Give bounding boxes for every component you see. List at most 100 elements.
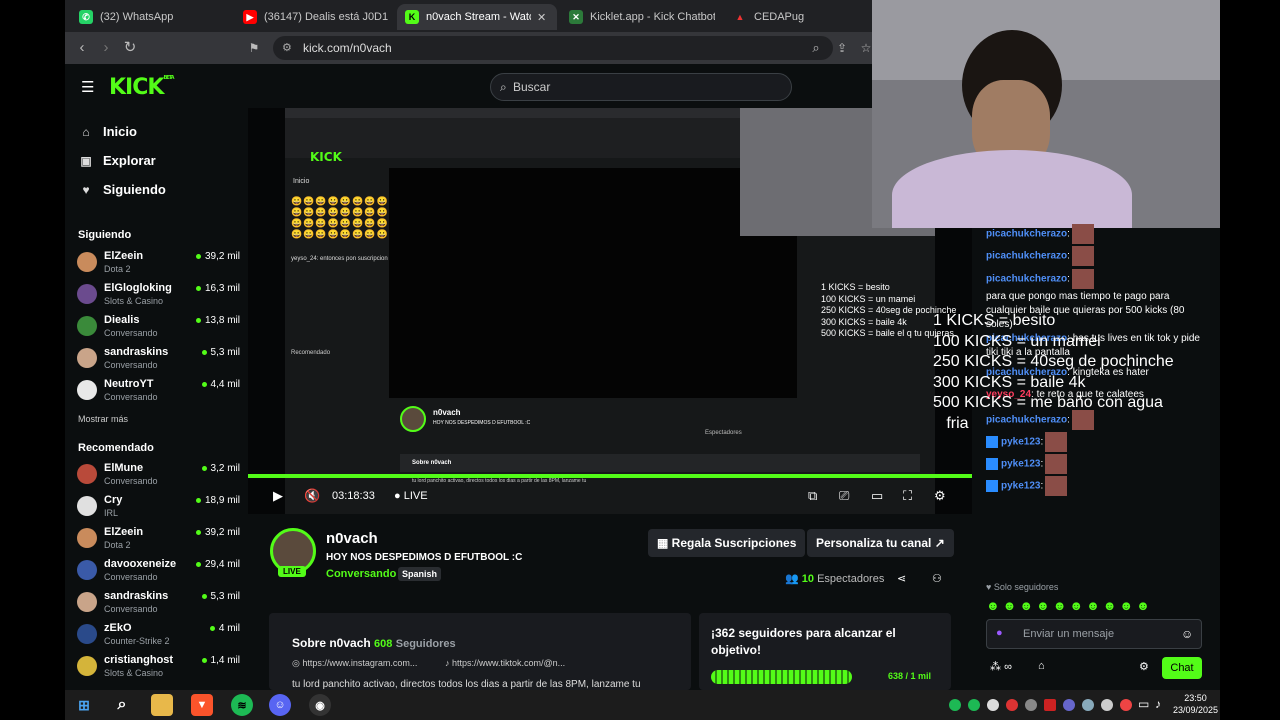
- discord-icon[interactable]: ☺: [269, 694, 291, 716]
- follow-user-icon[interactable]: ⚇: [932, 572, 942, 585]
- points-indicator[interactable]: ⁂ ∞: [990, 660, 1012, 673]
- viewer-count: 16,3 mil: [196, 283, 240, 294]
- store-icon[interactable]: ⌂: [1038, 660, 1045, 672]
- back-icon[interactable]: ‹: [73, 39, 91, 57]
- tab-label: Kicklet.app - Kick Chatbot an: [590, 11, 715, 23]
- channel-category: Conversando: [104, 360, 158, 370]
- miniplayer-icon[interactable]: ▭: [871, 488, 883, 504]
- channel-category: Conversando: [104, 476, 158, 486]
- windows-start-icon[interactable]: ⊞: [73, 694, 95, 716]
- bookmark-icon[interactable]: ⚑: [245, 39, 263, 57]
- browser-address-bar: ‹ › ↻ ⚑ ⚙ kick.com/n0vach ⌕ ⇪ ☆: [65, 32, 872, 64]
- emoji-picker-icon[interactable]: ☺: [1181, 627, 1193, 641]
- tab-cedapug[interactable]: ▲ CEDAPug: [729, 4, 849, 30]
- tray-spotify-icon[interactable]: [949, 699, 961, 711]
- customize-channel-button[interactable]: Personaliza tu canal ↗: [807, 529, 954, 557]
- emote-bar[interactable]: ☻☻☻☻☻☻☻☻☻☻: [986, 598, 1153, 613]
- tray-logitech-icon[interactable]: [1101, 699, 1113, 711]
- recommended-header: Recomendado: [78, 442, 154, 454]
- fullscreen-icon[interactable]: ⛶: [903, 488, 912, 504]
- settings-icon[interactable]: ⚙: [934, 488, 946, 504]
- forward-icon[interactable]: ›: [97, 39, 115, 57]
- nav-explore[interactable]: ▣ Explorar: [79, 153, 155, 168]
- chat-username[interactable]: picachukcherazo: [986, 251, 1067, 262]
- chat-text: :: [1067, 228, 1070, 240]
- close-icon[interactable]: ✕: [537, 11, 546, 24]
- show-more-link[interactable]: Mostrar más: [78, 414, 128, 424]
- clip-icon[interactable]: ⧉: [808, 488, 817, 504]
- emote-icon: [1045, 432, 1068, 452]
- sidebar-channel[interactable]: davooxeneize Conversando 29,4 mil: [77, 556, 240, 586]
- reload-icon[interactable]: ↻: [121, 39, 139, 57]
- file-explorer-icon[interactable]: [151, 694, 173, 716]
- kick-logo[interactable]: KICKBETA: [109, 75, 175, 100]
- search-placeholder: Buscar: [513, 80, 551, 94]
- tab-youtube[interactable]: ▶ (36147) Dealis está J0D1: [239, 4, 389, 30]
- chat-input[interactable]: ● Enviar un mensaje ☺: [986, 619, 1202, 649]
- obs-icon[interactable]: ◉: [309, 694, 331, 716]
- sidebar-channel[interactable]: Diealis Conversando 13,8 mil: [77, 312, 240, 342]
- tray-adobe-icon[interactable]: [1044, 699, 1056, 711]
- sidebar-channel[interactable]: ElZeein Dota 2 39,2 mil: [77, 524, 240, 554]
- play-icon[interactable]: ▶: [273, 488, 283, 504]
- sidebar-channel[interactable]: cristianghost Slots & Casino 1,4 mil: [77, 652, 240, 682]
- zoom-icon[interactable]: ⌕: [807, 39, 825, 57]
- chat-input-placeholder: Enviar un mensaje: [1023, 628, 1115, 640]
- tray-mail-icon[interactable]: [1063, 699, 1075, 711]
- clock[interactable]: 23:50 23/09/2025: [1173, 692, 1218, 716]
- search-taskbar-icon[interactable]: ⌕: [111, 694, 133, 716]
- spotify-icon[interactable]: ≋: [231, 694, 253, 716]
- sidebar-channel[interactable]: ElGlogloking Slots & Casino 16,3 mil: [77, 280, 240, 310]
- menu-icon[interactable]: ☰: [81, 78, 94, 96]
- tiktok-link[interactable]: ♪ https://www.tiktok.com/@n...: [445, 658, 565, 668]
- sidebar-channel[interactable]: sandraskins Conversando 5,3 mil: [77, 344, 240, 374]
- brave-icon[interactable]: ▼: [191, 694, 213, 716]
- language-tag[interactable]: Spanish: [398, 567, 442, 581]
- live-indicator: ● LIVE: [394, 490, 428, 502]
- tab-whatsapp[interactable]: ✆ (32) WhatsApp: [75, 4, 225, 30]
- tray-app-icon[interactable]: [1006, 699, 1018, 711]
- chat-username[interactable]: picachukcherazo: [986, 229, 1067, 240]
- chat-settings-icon[interactable]: ⚙: [1139, 660, 1149, 673]
- tray-record-icon[interactable]: [1120, 699, 1132, 711]
- mute-icon[interactable]: 🔇: [304, 488, 320, 504]
- avatar: [77, 284, 97, 304]
- url-field[interactable]: ⚙ kick.com/n0vach: [273, 36, 833, 60]
- stream-main: KICK Inicio 😀😀😀😀😀😀😀😀😀😀😀😀😀😀😀😀😀😀😀😀😀😀😀😀😀😀😀😀…: [248, 108, 972, 690]
- tray-steam-icon[interactable]: [1082, 699, 1094, 711]
- nav-home[interactable]: ⌂ Inicio: [79, 124, 137, 139]
- sidebar-channel[interactable]: NeutroYT Conversando 4,4 mil: [77, 376, 240, 406]
- channel-name[interactable]: n0vach: [326, 530, 378, 547]
- sidebar-channel[interactable]: Cry IRL 18,9 mil: [77, 492, 240, 522]
- video-player[interactable]: KICK Inicio 😀😀😀😀😀😀😀😀😀😀😀😀😀😀😀😀😀😀😀😀😀😀😀😀😀😀😀😀…: [248, 108, 972, 514]
- sidebar-channel[interactable]: sandraskins Conversando 5,3 mil: [77, 588, 240, 618]
- stream-category[interactable]: Conversando: [326, 568, 396, 580]
- share-channel-icon[interactable]: ⋖: [897, 572, 906, 585]
- viewer-count: 4,4 mil: [202, 379, 240, 390]
- tray-music-icon[interactable]: [968, 699, 980, 711]
- channel-name: davooxeneize: [104, 558, 177, 570]
- search-input[interactable]: ⌕ Buscar: [490, 73, 792, 101]
- chat-username[interactable]: picachukcherazo: [986, 274, 1067, 285]
- tray-discord-icon[interactable]: [987, 699, 999, 711]
- chat-send-button[interactable]: Chat: [1162, 657, 1202, 679]
- chat-username[interactable]: pyke123: [1001, 437, 1040, 448]
- sidebar-channel[interactable]: zEkO Counter-Strike 2 4 mil: [77, 620, 240, 650]
- instagram-link[interactable]: ◎ https://www.instagram.com...: [292, 658, 417, 669]
- sidebar-channel[interactable]: ElMune Conversando 3,2 mil: [77, 460, 240, 490]
- video-progress-bar[interactable]: [248, 474, 972, 478]
- volume-icon[interactable]: ♪: [1155, 697, 1161, 711]
- gift-subs-button[interactable]: ▦ Regala Suscripciones: [648, 529, 806, 557]
- sidebar-channel[interactable]: ElZeein Dota 2 39,2 mil: [77, 248, 240, 278]
- nav-following[interactable]: ♥ Siguiendo: [79, 182, 165, 197]
- theatre-icon[interactable]: ⎚: [839, 488, 849, 504]
- site-info-icon[interactable]: ⚙: [282, 36, 292, 60]
- tab-kick-active[interactable]: K n0vach Stream - Watch L ✕: [397, 4, 557, 30]
- chat-username[interactable]: pyke123: [1001, 481, 1040, 492]
- tab-kicklet[interactable]: ✕ Kicklet.app - Kick Chatbot an: [565, 4, 715, 30]
- share-icon[interactable]: ⇪: [833, 39, 851, 57]
- network-icon[interactable]: ▭: [1138, 697, 1149, 711]
- tray-obs-icon[interactable]: [1025, 699, 1037, 711]
- external-link-icon: ↗: [931, 536, 945, 550]
- chat-username[interactable]: pyke123: [1001, 459, 1040, 470]
